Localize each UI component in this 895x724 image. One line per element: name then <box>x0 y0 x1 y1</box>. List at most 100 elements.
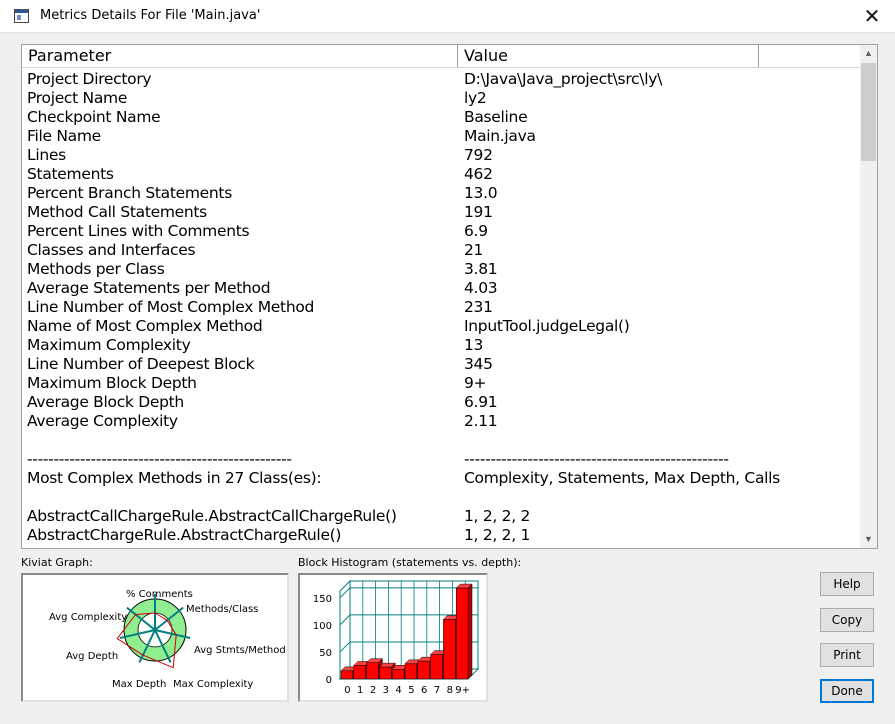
table-row[interactable]: Project Directory D:\Java\Java_project\sr… <box>22 70 860 89</box>
column-header-parameter[interactable]: Parameter <box>22 45 458 67</box>
value-cell: 462 <box>464 165 493 183</box>
histogram-x-tick: 2 <box>370 685 376 696</box>
table-row[interactable]: Percent Lines with Comments 6.9 <box>22 222 860 241</box>
value-cell: Complexity, Statements, Max Depth, Calls <box>464 469 780 487</box>
histogram-x-tick: 3 <box>383 685 389 696</box>
table-row[interactable]: File Name Main.java <box>22 127 860 146</box>
column-header-value[interactable]: Value <box>458 45 759 67</box>
list-header: Parameter Value <box>22 45 860 68</box>
value-cell: 4.03 <box>464 279 498 297</box>
parameter-cell: Classes and Interfaces <box>27 241 196 259</box>
print-button[interactable]: Print <box>820 643 874 667</box>
table-row[interactable]: ----------------------------------------… <box>22 450 860 469</box>
table-row[interactable] <box>22 431 860 450</box>
table-row[interactable]: Maximum Block Depth 9+ <box>22 374 860 393</box>
histogram-x-tick: 9+ <box>455 685 470 696</box>
parameter-cell: Percent Branch Statements <box>27 184 232 202</box>
kiviat-axis-label: Avg Depth <box>66 651 118 662</box>
value-cell: 231 <box>464 298 493 316</box>
histogram-x-tick: 5 <box>408 685 414 696</box>
parameter-cell: Percent Lines with Comments <box>27 222 250 240</box>
parameter-cell: Method Call Statements <box>27 203 207 221</box>
histogram-label: Block Histogram (statements vs. depth): <box>298 556 522 569</box>
parameter-cell: Maximum Complexity <box>27 336 191 354</box>
histogram-bar <box>379 666 392 680</box>
value-cell: 6.91 <box>464 393 498 411</box>
value-cell: ly2 <box>464 89 487 107</box>
histogram-bar <box>353 665 366 680</box>
block-histogram: 150 100 50 0 0 1 2 3 4 5 6 7 8 9+ <box>298 573 488 702</box>
table-row[interactable]: Lines 792 <box>22 146 860 165</box>
column-header-empty[interactable] <box>759 45 860 67</box>
value-cell: 3.81 <box>464 260 498 278</box>
table-row[interactable]: Percent Branch Statements 13.0 <box>22 184 860 203</box>
kiviat-axis-label: Methods/Class <box>186 604 258 615</box>
done-button[interactable]: Done <box>820 679 874 703</box>
kiviat-graph-label: Kiviat Graph: <box>21 556 93 569</box>
parameter-cell: File Name <box>27 127 101 145</box>
table-row[interactable]: Most Complex Methods in 27 Class(es): Com… <box>22 469 860 488</box>
parameter-cell: ----------------------------------------… <box>27 450 292 468</box>
help-button[interactable]: Help <box>820 572 874 596</box>
table-row[interactable]: Methods per Class 3.81 <box>22 260 860 279</box>
table-row[interactable]: Method Call Statements 191 <box>22 203 860 222</box>
table-row[interactable]: Statements 462 <box>22 165 860 184</box>
table-row[interactable]: Name of Most Complex Method InputTool.jud… <box>22 317 860 336</box>
kiviat-axis-label: Max Depth <box>112 679 166 690</box>
list-body: Project Directory D:\Java\Java_project\sr… <box>22 70 860 545</box>
histogram-bar <box>455 587 469 680</box>
parameter-cell: Project Name <box>27 89 128 107</box>
value-cell: 1, 2, 2, 2 <box>464 507 531 525</box>
parameter-cell: Methods per Class <box>27 260 165 278</box>
table-row[interactable]: Maximum Complexity 13 <box>22 336 860 355</box>
close-button[interactable]: ✕ <box>849 0 895 32</box>
scroll-down-icon[interactable]: ▼ <box>860 531 877 548</box>
table-row[interactable]: Project Name ly2 <box>22 89 860 108</box>
table-row[interactable]: Average Block Depth 6.91 <box>22 393 860 412</box>
table-row[interactable]: AbstractCallChargeRule.AbstractCallCharg… <box>22 507 860 526</box>
histogram-x-tick: 4 <box>395 685 401 696</box>
value-cell: 1, 2, 2, 1 <box>464 526 531 544</box>
table-row[interactable] <box>22 488 860 507</box>
kiviat-axis-label: Avg Complexity <box>49 612 127 623</box>
histogram-bar <box>340 670 354 680</box>
table-row[interactable]: Average Complexity 2.11 <box>22 412 860 431</box>
value-cell: Baseline <box>464 108 528 126</box>
parameter-cell: AbstractChargeRule.AbstractChargeRule() <box>27 526 342 544</box>
parameter-cell: Line Number of Deepest Block <box>27 355 255 373</box>
table-row[interactable]: Line Number of Deepest Block 345 <box>22 355 860 374</box>
table-row[interactable]: AbstractChargeRule.AbstractChargeRule() 1… <box>22 526 860 545</box>
histogram-x-tick: 0 <box>344 685 350 696</box>
parameter-cell: Average Block Depth <box>27 393 184 411</box>
histogram-bar <box>430 654 443 680</box>
histogram-y-tick: 50 <box>319 648 332 659</box>
histogram-bar <box>366 662 379 680</box>
scroll-up-icon[interactable]: ▲ <box>860 45 877 62</box>
histogram-bar <box>417 660 430 680</box>
table-row[interactable]: Checkpoint Name Baseline <box>22 108 860 127</box>
scroll-thumb[interactable] <box>861 63 876 161</box>
value-cell: 2.11 <box>464 412 498 430</box>
title-bar: Metrics Details For File 'Main.java' ✕ <box>0 0 895 33</box>
table-row[interactable]: Line Number of Most Complex Method 231 <box>22 298 860 317</box>
parameter-cell: Maximum Block Depth <box>27 374 197 392</box>
table-row[interactable]: Classes and Interfaces 21 <box>22 241 860 260</box>
parameter-cell: Lines <box>27 146 66 164</box>
window-title: Metrics Details For File 'Main.java' <box>40 8 261 23</box>
value-cell: 21 <box>464 241 484 259</box>
parameter-cell: Project Directory <box>27 70 152 88</box>
parameter-cell: Statements <box>27 165 114 183</box>
histogram-bar <box>404 663 418 680</box>
vertical-scrollbar[interactable]: ▲ ▼ <box>860 45 877 548</box>
copy-button[interactable]: Copy <box>820 608 874 632</box>
value-cell: D:\Java\Java_project\src\ly\ <box>464 70 663 88</box>
histogram-x-tick: 8 <box>447 685 453 696</box>
kiviat-axis-label: Max Complexity <box>173 679 253 690</box>
histogram-bar-side <box>467 583 473 680</box>
kiviat-axis-label: % Comments <box>126 589 193 600</box>
histogram-bar <box>391 669 405 680</box>
table-row[interactable]: Average Statements per Method 4.03 <box>22 279 860 298</box>
value-cell: Main.java <box>464 127 536 145</box>
metrics-list[interactable]: Parameter Value Project Directory D:\Java… <box>21 44 878 549</box>
parameter-cell: Checkpoint Name <box>27 108 161 126</box>
